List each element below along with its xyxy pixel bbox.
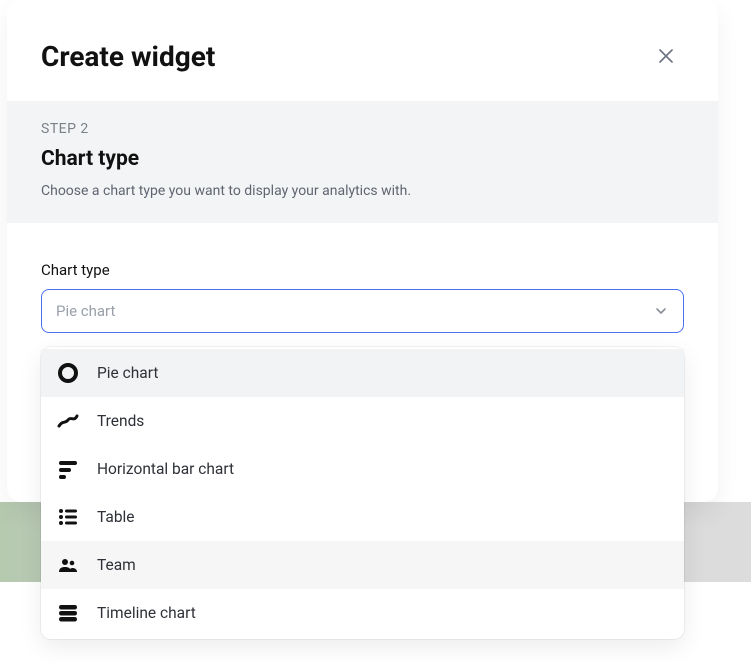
step-panel: STEP 2 Chart type Choose a chart type yo… (7, 101, 718, 223)
team-icon (57, 554, 79, 576)
table-icon (57, 506, 79, 528)
chart-type-option[interactable]: Horizontal bar chart (41, 445, 684, 493)
chart-type-option-label: Table (97, 508, 135, 526)
chart-type-option-label: Timeline chart (97, 604, 196, 622)
trends-icon (57, 410, 79, 432)
chart-type-label: Chart type (41, 261, 684, 279)
chart-type-option[interactable]: Team (41, 541, 684, 589)
chart-type-option-label: Team (97, 556, 136, 574)
step-label: STEP 2 (41, 121, 684, 137)
step-description: Choose a chart type you want to display … (41, 183, 684, 199)
chart-type-option[interactable]: Timeline chart (41, 589, 684, 637)
chart-type-select[interactable]: Pie chart (41, 289, 684, 333)
modal-title: Create widget (41, 40, 215, 73)
chart-type-option-label: Trends (97, 412, 144, 430)
pie-icon (57, 362, 79, 384)
chart-type-option[interactable]: Table (41, 493, 684, 541)
modal-header: Create widget (7, 0, 718, 101)
step-title: Chart type (41, 147, 684, 171)
chevron-down-icon (653, 303, 669, 319)
form-section: Chart type Pie chart Pie chartTrendsHori… (7, 223, 718, 333)
chart-type-dropdown: Pie chart Trends Horizontal bar chart Table… (41, 347, 684, 639)
chart-type-select-wrap: Pie chart Pie chartTrendsHorizontal bar … (41, 289, 684, 333)
chart-type-placeholder: Pie chart (56, 302, 115, 320)
chart-type-option-label: Pie chart (97, 364, 158, 382)
chart-type-option-label: Horizontal bar chart (97, 460, 234, 478)
chart-type-option[interactable]: Trends (41, 397, 684, 445)
timeline-icon (57, 602, 79, 624)
close-button[interactable] (654, 44, 678, 68)
hbars-icon (57, 458, 79, 480)
close-icon (659, 49, 673, 63)
create-widget-modal: Create widget STEP 2 Chart type Choose a… (7, 0, 718, 502)
chart-type-option[interactable]: Pie chart (41, 349, 684, 397)
